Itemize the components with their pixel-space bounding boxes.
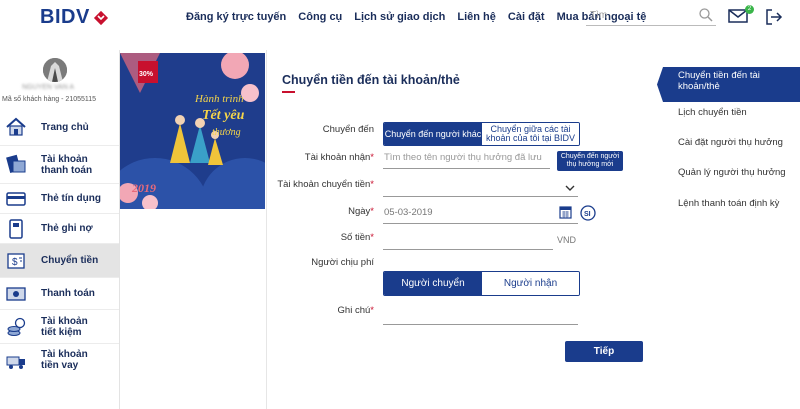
transfer-to-own-option[interactable]: Chuyển giữa các tài khoản của tôi tại BI…: [482, 123, 579, 145]
sidebar-item-label: Tài khoản thanh toán: [41, 153, 93, 176]
logout-icon[interactable]: [765, 8, 783, 26]
banner-title-line3: thương: [212, 127, 241, 138]
payment-icon: [6, 287, 26, 301]
banner-year: 2019: [132, 181, 156, 195]
note-input[interactable]: [383, 308, 578, 325]
banner-title-line2: Tết yêu: [202, 108, 245, 123]
avatar[interactable]: [43, 58, 67, 82]
transfer-to-label: Chuyển đến: [322, 124, 374, 135]
right-sidebar: Chuyển tiền đến tài khoản/thẻ Lịch chuyể…: [657, 50, 800, 409]
sidebar-item-checking-account[interactable]: Tài khoản thanh toán: [0, 146, 119, 184]
date-label: Ngày*: [267, 206, 374, 217]
right-item-recurring-payment[interactable]: Lệnh thanh toán định kỳ: [657, 198, 800, 209]
next-button[interactable]: Tiếp: [565, 341, 643, 362]
fee-payer-receiver-option[interactable]: Người nhận: [482, 272, 579, 295]
new-recipient-button[interactable]: Chuyển đến người thụ hưởng mới: [557, 151, 623, 171]
note-label: Ghi chú*: [267, 305, 374, 316]
header: BIDV Đăng ký trực tuyến Công cụ Lịch sử …: [0, 0, 800, 50]
sidebar-item-label: Thanh toán: [41, 288, 95, 299]
sidebar-item-loan[interactable]: Tài khoản tiền vay: [0, 344, 119, 376]
source-account-label: Tài khoản chuyển tiền*: [267, 179, 374, 190]
sidebar-item-label: Trang chủ: [41, 122, 89, 133]
right-item-transfer-schedule[interactable]: Lịch chuyển tiền: [657, 107, 800, 118]
amount-label: Số tiền*: [267, 232, 374, 243]
title-underline: [282, 91, 295, 93]
page-title: Chuyển tiền đến tài khoản/thẻ: [282, 73, 460, 87]
date-label-text: Ngày: [348, 206, 371, 217]
transfer-form: Chuyển tiền đến tài khoản/thẻ Chuyển đến…: [266, 50, 656, 409]
sidebar-item-label: Tài khoản tiết kiệm: [41, 315, 88, 338]
note-label-text: Ghi chú: [337, 305, 371, 316]
required-mark: *: [370, 305, 374, 316]
home-icon: [6, 117, 26, 136]
avatar-image-icon: [43, 58, 67, 82]
mail-count-badge: 2: [745, 5, 754, 14]
nav-settings[interactable]: Cài đặt: [508, 11, 545, 23]
right-item-beneficiary-management[interactable]: Quản lý người thụ hưởng: [657, 167, 800, 178]
transfer-to-toggle: Chuyển đến người khác Chuyển giữa các tà…: [383, 122, 580, 146]
svg-text:SI: SI: [584, 211, 591, 218]
recipient-label: Tài khoản nhận*: [267, 152, 374, 163]
search-icon[interactable]: [698, 7, 714, 23]
loan-icon: [6, 356, 25, 369]
calendar-icon[interactable]: [559, 205, 572, 219]
user-name: NGUYEN VAN A: [22, 84, 74, 91]
right-item-beneficiary-settings[interactable]: Cài đặt người thụ hưởng: [657, 137, 800, 148]
sidebar-item-label: Tài khoản tiền vay: [41, 349, 88, 371]
sidebar-item-payment[interactable]: Thanh toán: [0, 278, 119, 310]
debit-card-icon: [9, 219, 23, 239]
fee-payer-toggle: Người chuyển Người nhận: [383, 271, 580, 296]
savings-icon: [7, 317, 26, 336]
sidebar-item-label: Thẻ ghi nợ: [41, 223, 93, 234]
promo-banner[interactable]: 30% Hành trình Tết yêu thương 2019: [120, 53, 265, 209]
required-mark: *: [370, 179, 374, 190]
nav-contact[interactable]: Liên hệ: [457, 11, 496, 23]
currency-label: VND: [557, 235, 577, 245]
nav-transaction-history[interactable]: Lịch sử giao dịch: [354, 11, 445, 23]
credit-card-icon: [6, 192, 26, 206]
source-account-select[interactable]: [383, 180, 578, 197]
nav-tools[interactable]: Công cụ: [298, 11, 342, 23]
banner-title-line1: Hành trình: [195, 93, 244, 105]
bidv-logo[interactable]: BIDV: [40, 6, 109, 29]
sidebar-item-debit-card[interactable]: Thẻ ghi nợ: [0, 214, 119, 244]
required-mark: *: [370, 152, 374, 163]
search-input[interactable]: Tìm: [586, 6, 716, 26]
transfer-to-other-option[interactable]: Chuyển đến người khác: [384, 123, 482, 145]
logo-text: BIDV: [40, 6, 90, 28]
banner-discount: 30%: [139, 71, 154, 78]
sidebar-item-credit-card[interactable]: Thẻ tín dụng: [0, 184, 119, 214]
left-sidebar: NGUYEN VAN A Mã số khách hàng - 21055115…: [0, 50, 120, 409]
source-account-label-text: Tài khoản chuyển tiền: [277, 179, 371, 190]
fee-payer-sender-option[interactable]: Người chuyển: [384, 272, 482, 295]
sidebar-item-transfer[interactable]: $ Chuyển tiền: [0, 244, 119, 278]
svg-text:$: $: [12, 257, 18, 268]
required-mark: *: [370, 232, 374, 243]
sidebar-item-label: Chuyển tiền: [41, 255, 99, 266]
recipient-label-text: Tài khoản nhận: [304, 152, 371, 163]
wallet-icon: [6, 154, 26, 174]
transfer-icon: $: [7, 253, 25, 269]
fee-payer-label: Người chịu phí: [311, 257, 374, 268]
date-input[interactable]: 05-03-2019: [383, 207, 578, 224]
nav-register-online[interactable]: Đăng ký trực tuyến: [186, 11, 286, 23]
amount-label-text: Số tiền: [340, 232, 371, 243]
side-menu: Trang chủ Tài khoản thanh toán Thẻ tín d…: [0, 110, 119, 376]
search-placeholder: Tìm: [590, 10, 608, 21]
logo-mark-icon: [93, 10, 108, 25]
recipient-input[interactable]: Tìm theo tên người thụ hưởng đã lưu: [383, 152, 550, 169]
amount-input[interactable]: [383, 233, 553, 250]
chevron-down-icon: [565, 185, 575, 191]
schedule-icon[interactable]: SI: [579, 204, 597, 222]
required-mark: *: [370, 206, 374, 217]
sidebar-item-label: Thẻ tín dụng: [41, 193, 101, 204]
customer-id: Mã số khách hàng - 21055115: [2, 96, 97, 103]
sidebar-item-savings[interactable]: Tài khoản tiết kiệm: [0, 310, 119, 344]
sidebar-item-home[interactable]: Trang chủ: [0, 110, 119, 146]
right-item-transfer-account[interactable]: Chuyển tiền đến tài khoản/thẻ: [657, 67, 800, 102]
